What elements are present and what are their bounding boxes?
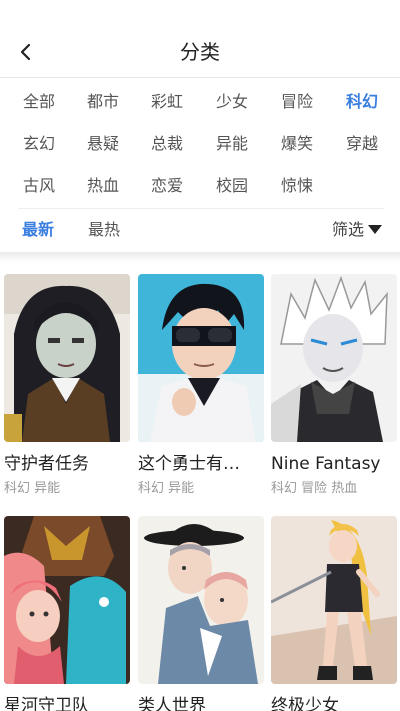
comic-title: Nine Fantasy — [271, 454, 381, 474]
comic-title: 这个勇士有… — [138, 454, 240, 474]
genre-action[interactable]: 热血 — [73, 166, 133, 206]
comic-card[interactable]: 守护者任务 科幻 异能 — [4, 274, 130, 498]
genre-urban[interactable]: 都市 — [73, 82, 133, 122]
genre-superpower[interactable]: 异能 — [202, 124, 262, 164]
sort-bar: 最新 最热 筛选 — [0, 210, 400, 250]
genre-comedy[interactable]: 爆笑 — [267, 124, 327, 164]
caret-down-icon — [368, 225, 382, 234]
comic-title: 类人世界 — [138, 696, 206, 711]
comic-cover — [138, 274, 264, 442]
genre-fantasy[interactable]: 玄幻 — [9, 124, 69, 164]
comic-title: 星河守卫队 — [4, 696, 89, 711]
genre-rainbow[interactable]: 彩虹 — [137, 82, 197, 122]
genre-adventure[interactable]: 冒险 — [267, 82, 327, 122]
divider — [18, 208, 384, 209]
genre-mystery[interactable]: 悬疑 — [73, 124, 133, 164]
comic-tags: 科幻 异能 — [138, 481, 195, 496]
comic-card[interactable]: 终极少女 — [271, 516, 397, 711]
genre-girls[interactable]: 少女 — [202, 82, 262, 122]
genre-all[interactable]: 全部 — [9, 82, 69, 122]
genre-thriller[interactable]: 惊悚 — [267, 166, 327, 206]
sort-hottest-tab[interactable]: 最热 — [88, 210, 120, 250]
genre-ancient[interactable]: 古风 — [9, 166, 69, 206]
comic-title: 终极少女 — [271, 696, 339, 711]
comic-card[interactable]: 类人世界 — [138, 516, 264, 711]
genre-scifi[interactable]: 科幻 — [332, 82, 392, 122]
section-shadow — [0, 252, 400, 262]
genre-row: 玄幻 悬疑 总裁 异能 爆笑 穿越 — [0, 124, 400, 164]
filter-label: 筛选 — [331, 220, 364, 239]
comic-cover — [4, 516, 130, 684]
comic-cover — [271, 274, 397, 442]
filter-button[interactable]: 筛选 — [332, 210, 382, 250]
comic-card[interactable]: 星河守卫队 — [4, 516, 130, 711]
genre-row: 全部 都市 彩虹 少女 冒险 科幻 — [0, 82, 400, 122]
comic-card[interactable]: 这个勇士有… 科幻 异能 — [138, 274, 264, 498]
top-bar: 分类 — [0, 0, 400, 78]
genre-romance[interactable]: 恋爱 — [137, 166, 197, 206]
comic-tags: 科幻 冒险 热血 — [271, 481, 358, 496]
comic-title: 守护者任务 — [4, 454, 89, 474]
comic-cover — [271, 516, 397, 684]
comic-card[interactable]: Nine Fantasy 科幻 冒险 热血 — [271, 274, 397, 498]
comic-tags: 科幻 异能 — [4, 481, 61, 496]
genre-ceo[interactable]: 总裁 — [137, 124, 197, 164]
comic-cover — [138, 516, 264, 684]
page-title: 分类 — [180, 40, 220, 64]
comic-cover — [4, 274, 130, 442]
sort-newest-tab[interactable]: 最新 — [22, 210, 54, 250]
genre-time-travel[interactable]: 穿越 — [332, 124, 392, 164]
genre-row: 古风 热血 恋爱 校园 惊悚 — [0, 166, 400, 206]
genre-campus[interactable]: 校园 — [202, 166, 262, 206]
